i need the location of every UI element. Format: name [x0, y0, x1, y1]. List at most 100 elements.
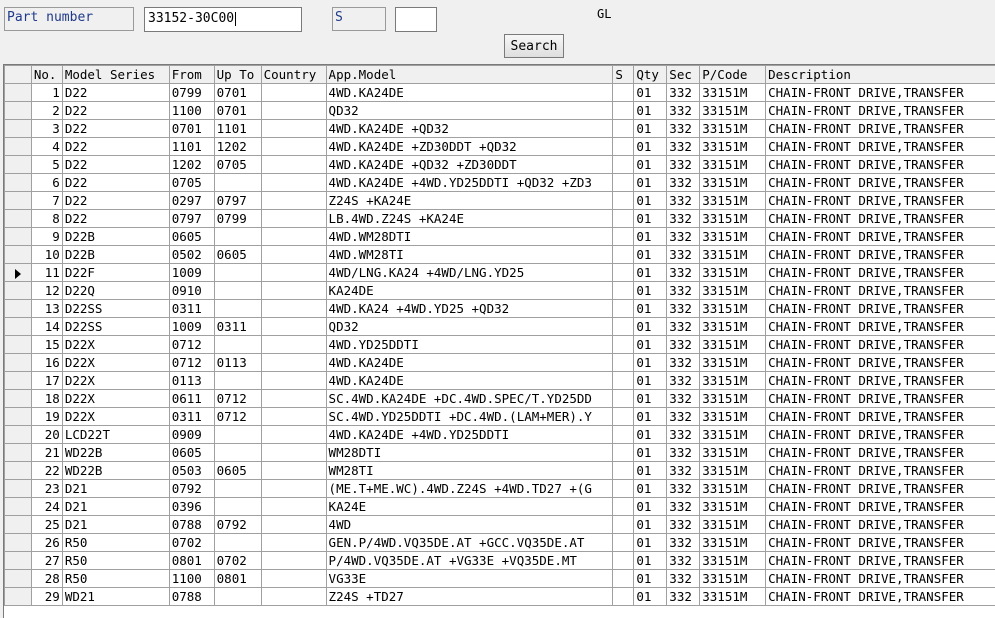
table-row[interactable]: 23D210792(ME.T+ME.WC).4WD.Z24S +4WD.TD27… — [5, 480, 995, 498]
cell-app-model[interactable]: WM28DTI — [326, 444, 613, 462]
cell-sec[interactable]: 332 — [667, 318, 700, 336]
table-row[interactable]: 3D22070111014WD.KA24DE +QD320133233151MC… — [5, 120, 995, 138]
cell-from[interactable]: 0503 — [169, 462, 214, 480]
cell-country[interactable] — [261, 462, 326, 480]
cell-app-model[interactable]: 4WD/LNG.KA24 +4WD/LNG.YD25 — [326, 264, 613, 282]
cell-model-series[interactable]: R50 — [62, 552, 169, 570]
cell-app-model[interactable]: SC.4WD.KA24DE +DC.4WD.SPEC/T.YD25DD — [326, 390, 613, 408]
cell-up-to[interactable] — [214, 588, 261, 606]
row-indicator[interactable] — [5, 552, 32, 570]
cell-country[interactable] — [261, 300, 326, 318]
cell-model-series[interactable]: D22 — [62, 156, 169, 174]
cell-p-code[interactable]: 33151M — [700, 246, 766, 264]
cell-from[interactable]: 1009 — [169, 318, 214, 336]
cell-sec[interactable]: 332 — [667, 552, 700, 570]
cell-from[interactable]: 0788 — [169, 516, 214, 534]
cell-s[interactable] — [613, 318, 634, 336]
row-indicator[interactable] — [5, 390, 32, 408]
cell-no[interactable]: 3 — [31, 120, 62, 138]
cell-up-to[interactable] — [214, 480, 261, 498]
cell-app-model[interactable]: KA24DE — [326, 282, 613, 300]
cell-sec[interactable]: 332 — [667, 534, 700, 552]
row-indicator[interactable] — [5, 462, 32, 480]
cell-no[interactable]: 12 — [31, 282, 62, 300]
cell-up-to[interactable]: 0311 — [214, 318, 261, 336]
row-indicator[interactable] — [5, 516, 32, 534]
table-row[interactable]: 10D22B050206054WD.WM28TI0133233151MCHAIN… — [5, 246, 995, 264]
cell-up-to[interactable]: 0801 — [214, 570, 261, 588]
cell-country[interactable] — [261, 426, 326, 444]
column-header-qty[interactable]: Qty — [634, 66, 667, 84]
cell-app-model[interactable]: Z24S +TD27 — [326, 588, 613, 606]
cell-no[interactable]: 27 — [31, 552, 62, 570]
cell-sec[interactable]: 332 — [667, 174, 700, 192]
cell-app-model[interactable]: 4WD.KA24DE +4WD.YD25DDTI +QD32 +ZD3 — [326, 174, 613, 192]
cell-qty[interactable]: 01 — [634, 84, 667, 102]
cell-up-to[interactable]: 0701 — [214, 84, 261, 102]
cell-p-code[interactable]: 33151M — [700, 444, 766, 462]
cell-country[interactable] — [261, 354, 326, 372]
cell-model-series[interactable]: D22X — [62, 390, 169, 408]
cell-model-series[interactable]: D22 — [62, 138, 169, 156]
cell-sec[interactable]: 332 — [667, 588, 700, 606]
table-row[interactable]: 16D22X071201134WD.KA24DE0133233151MCHAIN… — [5, 354, 995, 372]
cell-country[interactable] — [261, 534, 326, 552]
cell-sec[interactable]: 332 — [667, 156, 700, 174]
table-row[interactable]: 24D210396KA24E0133233151MCHAIN-FRONT DRI… — [5, 498, 995, 516]
cell-s[interactable] — [613, 408, 634, 426]
cell-s[interactable] — [613, 138, 634, 156]
column-header-app-model[interactable]: App.Model — [326, 66, 613, 84]
cell-app-model[interactable]: LB.4WD.Z24S +KA24E — [326, 210, 613, 228]
cell-p-code[interactable]: 33151M — [700, 300, 766, 318]
cell-no[interactable]: 18 — [31, 390, 62, 408]
cell-country[interactable] — [261, 246, 326, 264]
cell-qty[interactable]: 01 — [634, 246, 667, 264]
column-header-no[interactable]: No. — [31, 66, 62, 84]
cell-s[interactable] — [613, 552, 634, 570]
row-indicator[interactable] — [5, 228, 32, 246]
cell-country[interactable] — [261, 264, 326, 282]
table-row[interactable]: 19D22X03110712SC.4WD.YD25DDTI +DC.4WD.(L… — [5, 408, 995, 426]
row-indicator[interactable] — [5, 210, 32, 228]
cell-no[interactable]: 2 — [31, 102, 62, 120]
cell-qty[interactable]: 01 — [634, 570, 667, 588]
cell-model-series[interactable]: D21 — [62, 498, 169, 516]
cell-up-to[interactable] — [214, 282, 261, 300]
cell-app-model[interactable]: 4WD — [326, 516, 613, 534]
cell-from[interactable]: 0799 — [169, 84, 214, 102]
cell-qty[interactable]: 01 — [634, 354, 667, 372]
cell-country[interactable] — [261, 390, 326, 408]
table-row[interactable]: 11D22F10094WD/LNG.KA24 +4WD/LNG.YD250133… — [5, 264, 995, 282]
cell-sec[interactable]: 332 — [667, 480, 700, 498]
cell-country[interactable] — [261, 570, 326, 588]
cell-description[interactable]: CHAIN-FRONT DRIVE,TRANSFER — [766, 192, 995, 210]
cell-qty[interactable]: 01 — [634, 552, 667, 570]
cell-model-series[interactable]: D22X — [62, 354, 169, 372]
cell-qty[interactable]: 01 — [634, 534, 667, 552]
cell-no[interactable]: 24 — [31, 498, 62, 516]
row-indicator[interactable] — [5, 354, 32, 372]
cell-country[interactable] — [261, 120, 326, 138]
row-indicator[interactable] — [5, 336, 32, 354]
cell-app-model[interactable]: 4WD.KA24DE +ZD30DDT +QD32 — [326, 138, 613, 156]
cell-app-model[interactable]: QD32 — [326, 102, 613, 120]
cell-description[interactable]: CHAIN-FRONT DRIVE,TRANSFER — [766, 462, 995, 480]
cell-up-to[interactable]: 0712 — [214, 408, 261, 426]
table-row[interactable]: 2D2211000701QD320133233151MCHAIN-FRONT D… — [5, 102, 995, 120]
cell-description[interactable]: CHAIN-FRONT DRIVE,TRANSFER — [766, 102, 995, 120]
cell-model-series[interactable]: D22 — [62, 84, 169, 102]
cell-model-series[interactable]: D22 — [62, 192, 169, 210]
cell-from[interactable]: 0712 — [169, 336, 214, 354]
cell-no[interactable]: 16 — [31, 354, 62, 372]
cell-s[interactable] — [613, 354, 634, 372]
cell-s[interactable] — [613, 264, 634, 282]
cell-p-code[interactable]: 33151M — [700, 120, 766, 138]
cell-country[interactable] — [261, 372, 326, 390]
table-row[interactable]: 7D2202970797Z24S +KA24E0133233151MCHAIN-… — [5, 192, 995, 210]
cell-model-series[interactable]: D22X — [62, 372, 169, 390]
row-indicator[interactable] — [5, 138, 32, 156]
cell-from[interactable]: 0712 — [169, 354, 214, 372]
table-row[interactable]: 14D22SS10090311QD320133233151MCHAIN-FRON… — [5, 318, 995, 336]
column-header-s[interactable]: S — [613, 66, 634, 84]
cell-s[interactable] — [613, 228, 634, 246]
